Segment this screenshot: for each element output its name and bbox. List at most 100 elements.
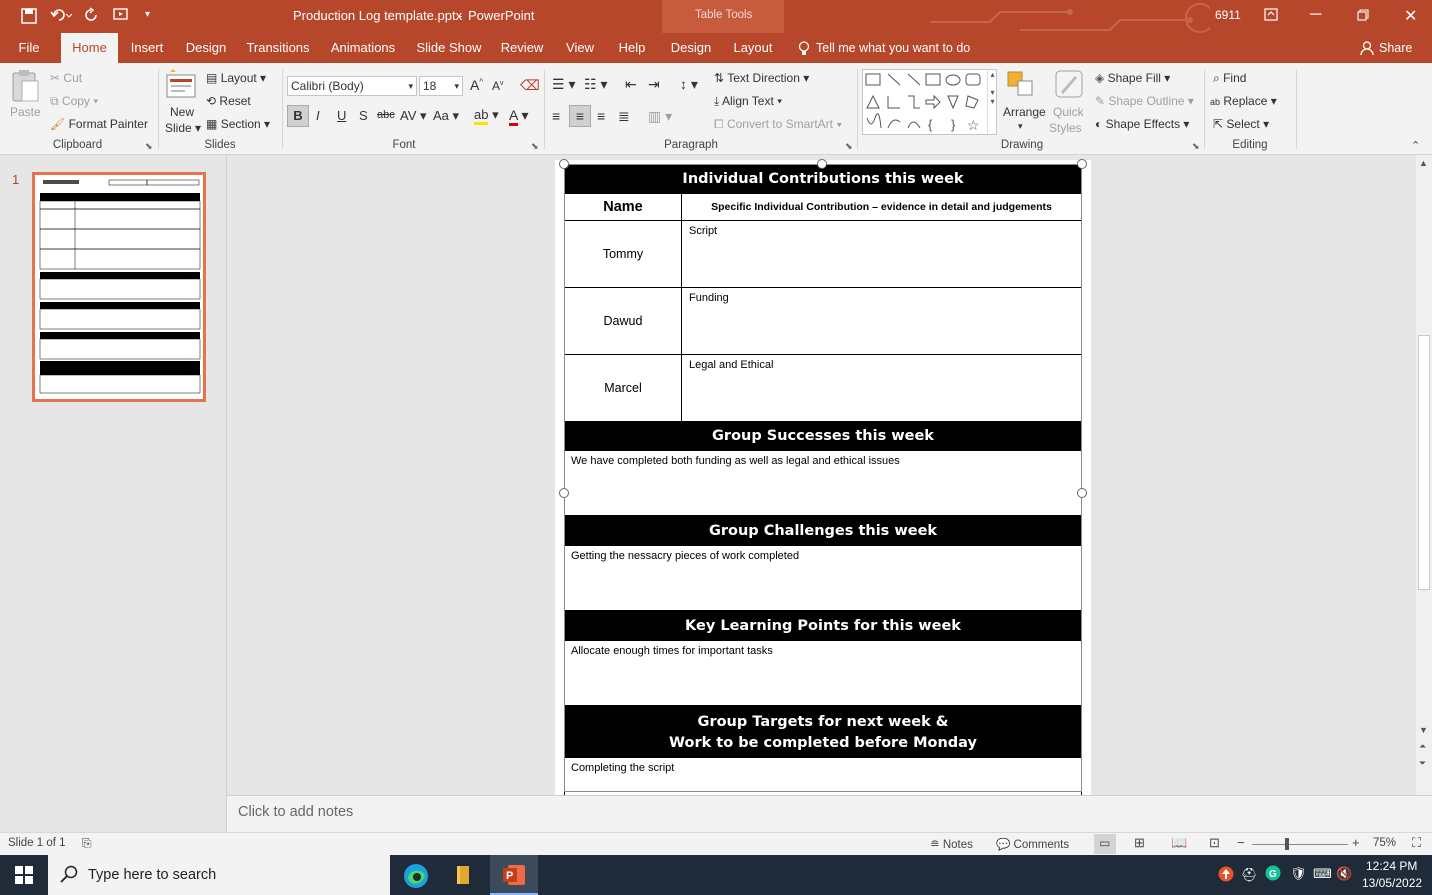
find-button[interactable]: ⌕ Find (1213, 71, 1246, 86)
zoom-in-icon[interactable]: + (1352, 835, 1360, 850)
resize-handle[interactable] (559, 159, 569, 169)
tab-design[interactable]: Design (182, 33, 230, 63)
arrange-button[interactable] (1006, 69, 1036, 102)
tell-me-search[interactable]: Tell me what you want to do (816, 41, 970, 55)
decrease-indent-icon[interactable]: ⇤ (625, 76, 637, 93)
comments-toggle[interactable]: 💬 Comments (996, 837, 1069, 851)
tab-transitions[interactable]: Transitions (245, 33, 311, 63)
slide-canvas[interactable]: Individual Contributions this week Name … (555, 160, 1091, 795)
reading-view-icon[interactable]: 📖 (1171, 835, 1187, 851)
clear-formatting-icon[interactable]: ⌫ (520, 77, 540, 94)
copy-button[interactable]: ⧉ Copy ▾ (50, 94, 98, 109)
contribution-cell[interactable]: Legal and Ethical (681, 354, 1082, 422)
tab-animations[interactable]: Animations (329, 33, 397, 63)
contribution-cell[interactable]: Script (681, 220, 1082, 288)
next-slide-icon[interactable]: ⏷ (1419, 758, 1426, 769)
quick-styles-button[interactable] (1054, 69, 1084, 102)
tab-insert[interactable]: Insert (125, 33, 169, 63)
dialog-launcher-icon[interactable]: ⬊ (531, 141, 539, 152)
highlight-icon[interactable]: ab ▾ (474, 107, 499, 125)
scroll-thumb[interactable] (1418, 335, 1430, 590)
paste-button[interactable] (9, 69, 41, 106)
text-direction-button[interactable]: ⇅ Text Direction ▾ (714, 71, 809, 85)
replace-button[interactable]: ab Replace ▾ (1210, 94, 1277, 108)
contribution-column-header[interactable]: Specific Individual Contribution – evide… (681, 193, 1082, 221)
layout-button[interactable]: ▤ Layout ▾ (206, 71, 266, 85)
vertical-scrollbar[interactable]: ▲ ▼ ⏶ ⏷ (1416, 155, 1432, 795)
share-button[interactable]: Share (1379, 41, 1412, 55)
columns-icon[interactable]: ▥ ▾ (648, 108, 672, 125)
name-cell[interactable]: Dawud (564, 287, 682, 355)
increase-indent-icon[interactable]: ⇥ (648, 76, 660, 93)
shapes-gallery[interactable]: {} ☆ ▴ ▾ ▾ (862, 69, 997, 135)
reset-button[interactable]: ⟲ Reset (206, 94, 251, 108)
name-cell[interactable]: Tommy (564, 220, 682, 288)
scroll-up-icon[interactable]: ▲ (1419, 158, 1428, 168)
numbering-icon[interactable]: ☷ ▾ (584, 76, 607, 93)
learning-cell[interactable]: Allocate enough times for important task… (564, 640, 1082, 706)
undo-icon[interactable] (50, 7, 73, 28)
spelling-check-icon[interactable]: ⎘ (82, 836, 92, 851)
align-center-icon[interactable]: ≡ (569, 105, 591, 127)
collapse-ribbon-icon[interactable]: ⌃ (1411, 139, 1420, 152)
strikethrough-icon[interactable]: abc (377, 109, 395, 121)
gallery-scroll[interactable]: ▴ ▾ ▾ (987, 70, 997, 134)
successes-cell[interactable]: We have completed both funding as well a… (564, 450, 1082, 516)
font-size-combo[interactable]: 18 ▾ (419, 76, 463, 96)
zoom-slider-thumb[interactable] (1285, 838, 1289, 850)
slideshow-icon[interactable]: ⊡ (1209, 835, 1220, 851)
italic-icon[interactable]: I (316, 108, 320, 123)
select-button[interactable]: ⇱ Select ▾ (1213, 117, 1269, 131)
tab-table-design[interactable]: Design (668, 33, 714, 63)
character-spacing-icon[interactable]: AV ▾ (400, 108, 427, 124)
zoom-level[interactable]: 75% (1373, 837, 1396, 849)
grammarly-icon[interactable]: G (1265, 865, 1281, 886)
update-arrow-icon[interactable] (1218, 866, 1234, 887)
tab-table-layout[interactable]: Layout (730, 33, 776, 63)
tab-help[interactable]: Help (614, 33, 650, 63)
name-cell[interactable]: Marcel (564, 354, 682, 422)
resize-handle[interactable] (817, 159, 827, 169)
customize-qat-icon[interactable]: ▾ (145, 9, 150, 20)
resize-handle[interactable] (559, 488, 569, 498)
line-spacing-icon[interactable]: ↕ ▾ (680, 76, 698, 93)
previous-slide-icon[interactable]: ⏶ (1419, 741, 1426, 752)
minimize-icon[interactable]: ─ (1310, 6, 1321, 24)
start-from-beginning-icon[interactable] (113, 7, 135, 28)
ribbon-display-options-icon[interactable] (1264, 8, 1278, 27)
notes-placeholder[interactable]: Click to add notes (238, 804, 353, 820)
increase-font-icon[interactable]: A^ (470, 77, 483, 93)
dialog-launcher-icon[interactable]: ⬊ (845, 141, 853, 152)
scroll-down-icon[interactable]: ▼ (1419, 725, 1428, 735)
shield-icon[interactable]: 🛡 (1290, 866, 1307, 882)
network-icon[interactable]: ⌨ (1313, 866, 1332, 882)
taskbar-time[interactable]: 12:24 PM (1366, 859, 1417, 873)
underline-icon[interactable]: U (337, 108, 346, 123)
redo-icon[interactable] (84, 7, 100, 28)
zoom-slider[interactable] (1252, 844, 1348, 845)
resize-handle[interactable] (1077, 488, 1087, 498)
vpn-icon[interactable]: ⛑ (1241, 867, 1258, 883)
close-icon[interactable]: ✕ (1404, 6, 1417, 26)
dialog-launcher-icon[interactable]: ⬊ (1192, 141, 1200, 152)
bullets-icon[interactable]: ☰ ▾ (552, 76, 575, 93)
powerpoint-taskbar-button[interactable]: P (490, 855, 538, 895)
font-name-combo[interactable]: Calibri (Body) ▾ (287, 76, 417, 96)
normal-view-icon[interactable]: ▭ (1094, 834, 1116, 854)
contribution-cell[interactable]: Funding (681, 287, 1082, 355)
align-left-icon[interactable]: ≡ (552, 108, 560, 124)
edge-icon[interactable] (403, 863, 429, 894)
tab-view[interactable]: View (562, 33, 598, 63)
restore-icon[interactable] (1357, 8, 1369, 26)
shadow-icon[interactable]: S (359, 108, 368, 123)
targets-cell[interactable]: Completing the script (564, 757, 1082, 795)
tab-slide-show[interactable]: Slide Show (414, 33, 484, 63)
decrease-font-icon[interactable]: Av (492, 79, 504, 93)
tab-review[interactable]: Review (498, 33, 546, 63)
new-slide-button[interactable] (164, 69, 198, 104)
save-icon[interactable] (21, 8, 37, 29)
slide-thumbnail[interactable] (32, 172, 206, 402)
resize-handle[interactable] (1077, 159, 1087, 169)
notes-pane[interactable]: Click to add notes (227, 795, 1432, 832)
zoom-out-icon[interactable]: − (1237, 835, 1245, 850)
